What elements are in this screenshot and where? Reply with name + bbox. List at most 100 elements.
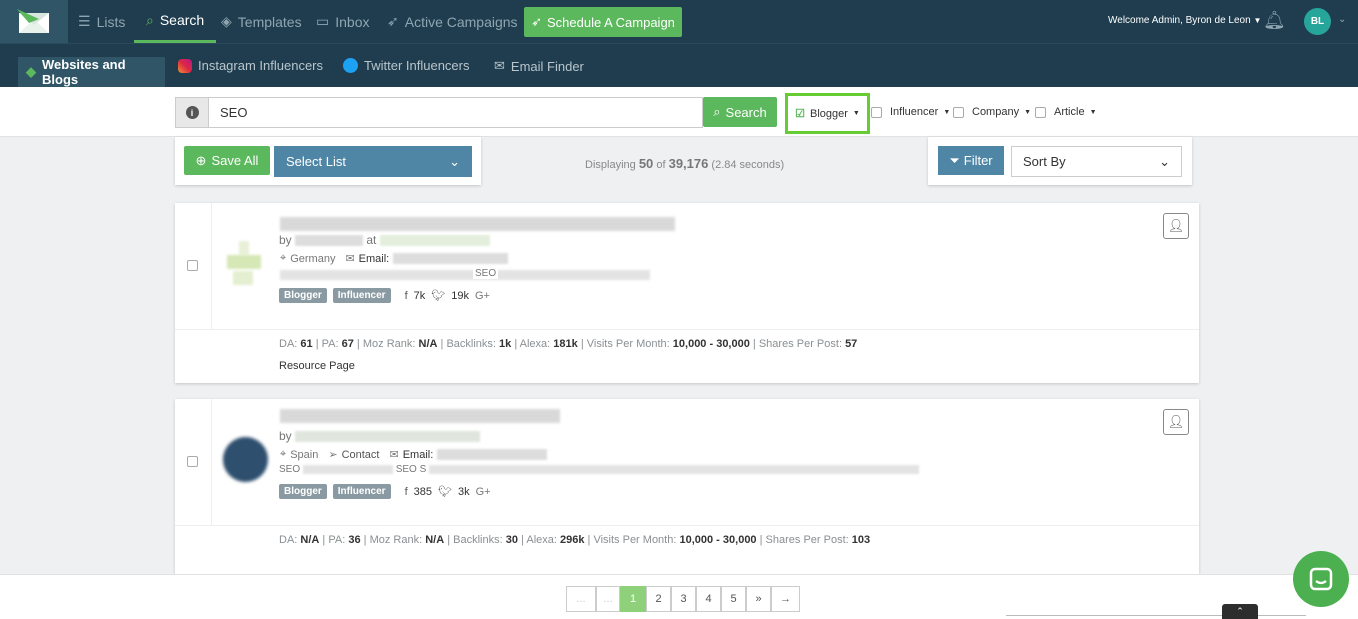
divider [175, 329, 1199, 330]
description-fragment-2: SEO S [395, 464, 427, 475]
at-label: at [366, 233, 377, 247]
filter-button[interactable]: ⏷ Filter [938, 146, 1004, 175]
shares-value: 57 [845, 338, 858, 350]
description-redacted [302, 464, 393, 474]
da-value: N/A [300, 534, 320, 546]
article-checkbox[interactable] [1035, 106, 1046, 118]
twitter-icon [343, 58, 358, 73]
backlinks-value: 1k [499, 338, 512, 350]
prev-page-button[interactable]: ... [596, 586, 620, 612]
rocket-icon: ➶ [531, 14, 542, 29]
badge-blogger: Blogger [279, 288, 327, 303]
result-checkbox[interactable] [187, 260, 198, 271]
filter-company[interactable]: Company ▼ [953, 106, 1031, 118]
description-redacted [280, 270, 650, 280]
tag-row: Blogger Influencer f 7k 🐦︎ 19k G+ [279, 288, 490, 303]
site-url-redacted[interactable] [379, 235, 490, 247]
nav-active-campaigns[interactable]: ➶ Active Campaigns [387, 0, 518, 43]
search-icon: ⌕ [713, 104, 721, 119]
avatar [223, 437, 268, 482]
page-1-button[interactable]: 1 [620, 586, 646, 612]
nav-templates-label: Templates [237, 13, 302, 30]
email-redacted[interactable] [393, 253, 509, 264]
page-4-button[interactable]: 4 [696, 586, 721, 612]
nav-inbox-label: Inbox [335, 13, 370, 30]
select-list-dropdown[interactable]: Select List ⌄ [274, 146, 472, 177]
resource-page-label: Resource Page [279, 360, 355, 372]
by-label: by [279, 429, 292, 443]
next-page-button[interactable]: » [746, 586, 771, 612]
envelope-icon: ✉ [494, 58, 505, 73]
da-label: DA: [279, 534, 298, 546]
info-icon[interactable]: i [175, 97, 209, 128]
layers-icon: ◈ [221, 13, 232, 29]
filter-article-label: Article [1054, 106, 1085, 118]
welcome-user-dropdown[interactable]: Welcome Admin, Byron de Leon ▼ [1108, 15, 1261, 26]
da-label: DA: [279, 338, 298, 350]
pa-value: 67 [341, 338, 354, 350]
google-plus-icon: G+ [474, 289, 490, 302]
influencer-checkbox[interactable] [871, 106, 882, 118]
badge-influencer: Influencer [332, 484, 391, 499]
shares-label: Shares Per Post: [758, 338, 842, 350]
divider [211, 203, 212, 329]
chevron-up-icon[interactable]: ⌃ [1222, 604, 1258, 619]
bell-icon[interactable]: 🔔︎ [1263, 10, 1286, 31]
page-2-button[interactable]: 2 [646, 586, 671, 612]
avatar[interactable]: BL [1304, 8, 1331, 35]
nav-lists[interactable]: ☰ Lists [78, 0, 125, 43]
description-fragment-1: SEO [279, 464, 301, 475]
email-redacted[interactable] [437, 449, 548, 460]
site-title-redacted[interactable] [280, 217, 675, 231]
metrics-row: DA: 61 | PA: 67 | Moz Rank: N/A | Backli… [279, 338, 858, 350]
search-button[interactable]: ⌕ Search [703, 97, 777, 127]
sort-by-select[interactable]: Sort By ⌄ [1011, 146, 1182, 177]
inbox-icon: ▭ [316, 13, 330, 29]
save-all-button[interactable]: ⊕ Save All [184, 146, 270, 175]
shares-value: 103 [851, 534, 871, 546]
contact-link[interactable]: Contact [342, 449, 380, 461]
avatar-initials: BL [1310, 16, 1325, 27]
rocket-icon: ➶ [387, 13, 399, 29]
author-redacted [295, 235, 364, 247]
first-page-button[interactable]: ... [566, 586, 596, 612]
filter-blogger-label: Blogger [810, 107, 848, 120]
total-value: 39,176 [668, 156, 709, 171]
nav-search-label: Search [159, 12, 205, 28]
by-label: by [279, 233, 292, 247]
meta-line: ⌖ Germany ✉ Email: [280, 252, 509, 265]
page-5-button[interactable]: 5 [721, 586, 746, 612]
nav-inbox[interactable]: ▭ Inbox [316, 0, 369, 43]
tab-twitter-label: Twitter Influencers [364, 58, 470, 73]
tab-instagram-influencers[interactable]: Instagram Influencers [178, 58, 323, 73]
pa-label: PA: [321, 338, 339, 350]
chat-widget-button[interactable] [1293, 551, 1349, 607]
tab-twitter-influencers[interactable]: Twitter Influencers [343, 58, 470, 73]
result-checkbox[interactable] [187, 456, 198, 467]
page-3-button[interactable]: 3 [671, 586, 696, 612]
filter-article[interactable]: Article ▼ [1035, 106, 1097, 118]
visits-value: 10,000 - 30,000 [679, 534, 757, 546]
add-contact-icon[interactable]: 👤︎ [1163, 213, 1189, 239]
schedule-campaign-label: Schedule A Campaign [546, 14, 675, 30]
schedule-campaign-button[interactable]: ➶ Schedule A Campaign [524, 7, 682, 37]
tab-websites-and-blogs[interactable]: ◆ Websites and Blogs [18, 57, 165, 87]
nav-templates[interactable]: ◈ Templates [221, 0, 302, 43]
of-label: of [656, 159, 666, 171]
app-logo[interactable] [0, 0, 68, 43]
caret-down-icon: ▼ [1089, 108, 1097, 116]
filter-blogger[interactable]: ☑ Blogger ▼ [785, 93, 870, 134]
add-contact-icon[interactable]: 👤︎ [1163, 409, 1189, 435]
divider [211, 399, 212, 525]
company-checkbox[interactable] [953, 106, 964, 118]
facebook-count: 7k [413, 289, 426, 302]
tab-email-finder[interactable]: ✉ Email Finder [494, 58, 584, 74]
filter-influencer[interactable]: Influencer ▼ [871, 106, 950, 118]
map-pin-icon: ⌖ [280, 448, 287, 460]
filter-button-label: Filter [963, 153, 993, 168]
chevron-down-icon[interactable]: ⌄ [1338, 14, 1346, 25]
search-input[interactable] [208, 97, 703, 128]
nav-search[interactable]: ⌕ Search [134, 0, 217, 43]
last-page-button[interactable]: → [771, 586, 800, 612]
site-title-redacted[interactable] [280, 409, 560, 423]
